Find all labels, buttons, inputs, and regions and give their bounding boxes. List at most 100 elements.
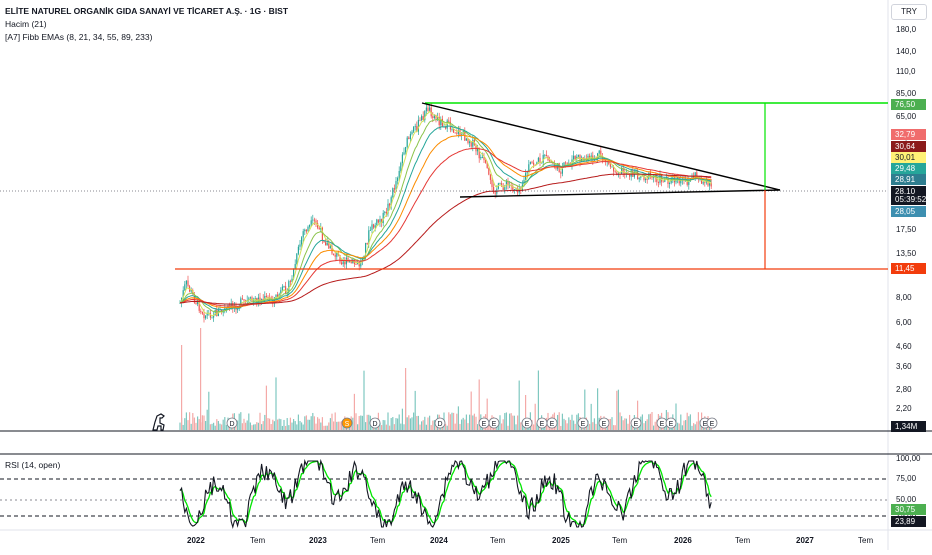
volume-indicator-label[interactable]: Hacim (21)	[5, 18, 288, 31]
volume-bar	[366, 414, 368, 430]
volume-bar	[683, 420, 685, 430]
candle-body	[645, 178, 647, 180]
candle-body	[409, 134, 411, 140]
volume-bar	[211, 423, 213, 430]
price-label: 1,34M	[891, 421, 926, 432]
candle-body	[577, 155, 579, 157]
ema-indicator-label[interactable]: [A7] Fibb EMAs (8, 21, 34, 55, 89, 233)	[5, 31, 288, 44]
volume-bar	[408, 415, 410, 430]
volume-bar	[653, 425, 655, 430]
event-badge-label: E	[669, 421, 674, 428]
volume-bar	[291, 422, 293, 430]
candle-body	[533, 162, 535, 165]
time-label: 2025	[552, 536, 570, 545]
volume-bar	[518, 380, 520, 430]
candle-body	[216, 309, 218, 316]
volume-bar	[320, 422, 322, 430]
rsi-tick: 75,00	[896, 474, 917, 483]
volume-bar	[241, 423, 243, 430]
rsi-value-label: 30,75	[891, 504, 926, 515]
price-tick: 2,20	[896, 404, 912, 413]
volume-bar	[453, 412, 455, 430]
candle-body	[406, 137, 408, 147]
volume-bar	[617, 389, 619, 430]
chart-canvas[interactable]: DSDDEEEEEEEEEEEE	[0, 0, 932, 550]
volume-bar	[568, 417, 570, 430]
volume-bar	[288, 425, 290, 430]
candle-body	[249, 297, 251, 299]
candle-body	[513, 189, 515, 190]
candle-body	[629, 174, 631, 177]
price-tick: 110,0	[896, 67, 916, 76]
volume-bar	[512, 415, 514, 430]
candle-body	[531, 161, 533, 163]
volume-bar	[629, 414, 631, 430]
rsi-indicator-label[interactable]: RSI (14, open)	[5, 460, 60, 470]
volume-bar	[421, 421, 423, 430]
volume-bar	[499, 415, 501, 430]
candle-body	[408, 137, 410, 140]
time-label: 2022	[187, 536, 205, 545]
candle-body	[400, 163, 402, 171]
event-badge-label: D	[229, 421, 234, 428]
event-badge-label: E	[482, 421, 487, 428]
volume-bar	[467, 423, 469, 430]
rsi-tick: 100,00	[896, 454, 921, 463]
volume-bar	[501, 423, 503, 430]
price-label: 28,05	[891, 206, 926, 217]
volume-bar	[454, 423, 456, 430]
volume-bar	[267, 418, 269, 430]
volume-bar	[645, 420, 647, 430]
chart-root[interactable]: DSDDEEEEEEEEEEEE ELİTE NATUREL ORGANİK G…	[0, 0, 932, 550]
volume-bar	[393, 424, 395, 430]
volume-bar	[416, 416, 418, 430]
volume-bar	[419, 424, 421, 430]
volume-bar	[261, 424, 263, 430]
volume-bar	[456, 413, 458, 430]
volume-bar	[571, 414, 573, 430]
volume-bar	[641, 414, 643, 430]
candle-body	[704, 182, 706, 184]
candle-body	[481, 157, 483, 158]
candle-body	[448, 120, 450, 122]
price-tick: 140,0	[896, 47, 917, 56]
candle-body	[241, 298, 243, 300]
volume-bar	[259, 412, 261, 430]
volume-bar	[222, 419, 224, 430]
volume-bar	[297, 414, 299, 430]
candle-body	[489, 174, 491, 180]
volume-bar	[361, 415, 363, 430]
price-label: 05:39:52	[891, 194, 926, 205]
volume-bar	[281, 425, 283, 430]
volume-bar	[339, 421, 341, 430]
volume-bar	[179, 422, 181, 430]
volume-bar	[389, 425, 391, 430]
price-label: 76,50	[891, 99, 926, 110]
time-label: 2024	[430, 536, 448, 545]
candle-body	[203, 313, 205, 319]
volume-bar	[283, 419, 285, 430]
volume-bar	[262, 421, 264, 430]
volume-bar	[651, 412, 653, 430]
candle-body	[237, 308, 239, 310]
candle-body	[499, 183, 501, 185]
price-tick: 4,60	[896, 342, 912, 351]
currency-button[interactable]: TRY	[891, 4, 927, 20]
volume-bar	[225, 424, 227, 430]
volume-bar	[224, 417, 226, 430]
event-badge-label: E	[525, 421, 530, 428]
rsi-value-label: 23,89	[891, 516, 926, 527]
candle-body	[355, 263, 357, 265]
volume-bar	[302, 424, 304, 430]
volume-bar	[697, 412, 699, 430]
volume-bar	[387, 412, 389, 430]
volume-bar	[209, 424, 211, 430]
volume-bar	[195, 422, 197, 430]
candle-body	[296, 253, 298, 265]
volume-bar	[184, 418, 186, 430]
chart-title[interactable]: ELİTE NATUREL ORGANİK GIDA SANAYİ VE TİC…	[5, 5, 288, 18]
candle-body	[265, 295, 267, 297]
volume-bar	[182, 424, 184, 430]
candle-body	[369, 229, 371, 231]
candle-body	[611, 166, 613, 168]
